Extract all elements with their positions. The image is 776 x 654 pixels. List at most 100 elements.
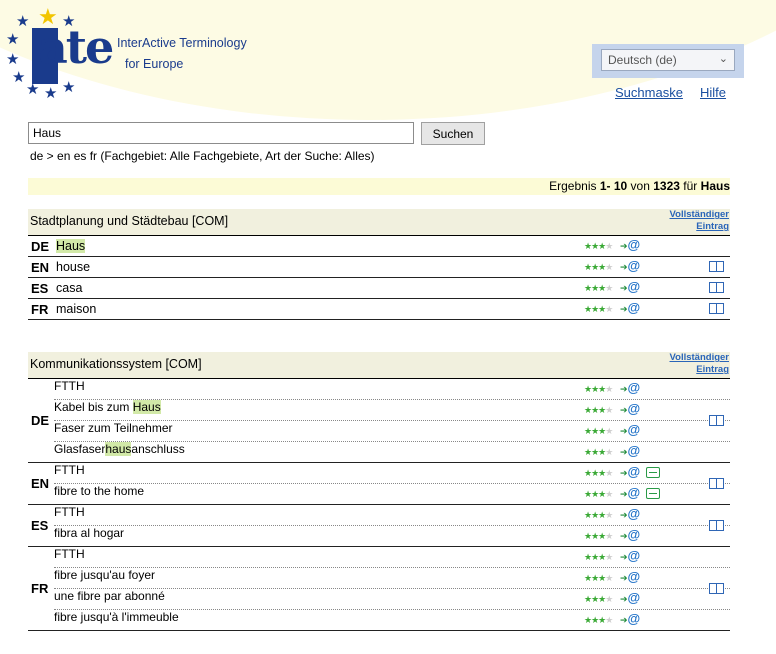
reliability-star-icon: ★ [605,384,613,394]
reliability-stars: ★★★★ [584,552,613,563]
reliability-star-icon: ★ [605,594,613,604]
book-icon[interactable] [709,478,724,489]
full-entry-link[interactable]: Vollständiger Eintrag [670,352,729,376]
feedback-mail-icon[interactable]: ➔@ [620,401,640,416]
book-icon[interactable] [709,282,724,293]
term-row: une fibre par abonné ★★★★ ➔@ [54,589,730,610]
term-text: fibre jusqu'au foyer [54,568,156,582]
feedback-mail-icon[interactable]: ➔@ [620,443,640,458]
search-button[interactable]: Suchen [421,122,485,145]
feedback-mail-icon[interactable]: ➔@ [620,506,640,521]
term-row: EN house ★★★★ ➔@ [28,257,730,278]
language-select[interactable]: Deutsch (de) ⌄ [601,49,735,71]
full-entry-link[interactable]: Vollständiger Eintrag [670,209,729,233]
iate-logo[interactable]: ★ ★ ★ ★ ★ ★ ★ ★ ★ ate [4,6,114,102]
language-code: DE [31,239,50,254]
entry-header: Stadtplanung und Städtebau [COM] Vollstä… [28,209,730,236]
feedback-mail-icon[interactable]: ➔@ [620,611,640,626]
feedback-mail-icon[interactable]: ➔@ [620,300,640,315]
link-icon[interactable] [646,488,660,499]
language-group: EN FTTH ★★★★ ➔@ fibre to the home ★★★★ ➔@ [28,463,730,505]
reliability-stars: ★★★★ [584,262,613,273]
feedback-mail-icon[interactable]: ➔@ [620,527,640,542]
reliability-stars: ★★★★ [584,510,613,521]
star-icon: ★ [16,13,30,30]
term-text: fibre to the home [54,484,145,498]
reliability-star-icon: ★ [605,426,613,436]
results-range: 1- 10 [599,179,628,193]
term-row: fibre to the home ★★★★ ➔@ [54,484,730,504]
reliability-stars: ★★★★ [584,594,613,605]
term-text: Glasfaserhausanschluss [54,442,185,456]
brand-line-1: InterActive Terminology [117,36,247,50]
reliability-stars: ★★★★ [584,489,613,500]
book-icon[interactable] [709,415,724,426]
link-icon[interactable] [646,467,660,478]
search-input[interactable] [28,122,414,144]
reliability-stars: ★★★★ [584,304,613,315]
reliability-stars: ★★★★ [584,283,613,294]
feedback-mail-icon[interactable]: ➔@ [620,279,640,294]
term-text: fibra al hogar [54,526,125,540]
results-summary: Ergebnis 1- 10 von 1323 für Haus [28,178,730,195]
reliability-stars: ★★★★ [584,426,613,437]
language-code: EN [31,476,50,491]
results-for: für [683,179,698,193]
results-term: Haus [700,179,730,193]
language-select-value: Deutsch (de) [608,53,677,67]
feedback-mail-icon[interactable]: ➔@ [620,485,640,500]
entry-1: Stadtplanung und Städtebau [COM] Vollstä… [28,209,730,320]
term-row: Glasfaserhausanschluss ★★★★ ➔@ [54,442,730,462]
search-highlight: Haus [132,400,161,414]
term-row: Faser zum Teilnehmer ★★★★ ➔@ [54,421,730,442]
query-info: de > en es fr (Fachgebiet: Alle Fachgebi… [30,149,375,163]
search-highlight: Haus [56,239,86,253]
term-row: Kabel bis zum Haus ★★★★ ➔@ [54,400,730,421]
reliability-stars: ★★★★ [584,241,613,252]
star-icon: ★ [26,81,40,98]
search-highlight: haus [105,442,132,456]
language-code: DE [31,413,50,428]
book-icon[interactable] [709,583,724,594]
reliability-star-icon: ★ [605,262,613,272]
term-text: Haus [56,239,86,253]
star-icon: ★ [62,79,76,96]
reliability-stars: ★★★★ [584,384,613,395]
term-text: fibre jusqu'à l'immeuble [54,610,179,624]
term-row: DE Haus ★★★★ ➔@ [28,236,730,257]
feedback-mail-icon[interactable]: ➔@ [620,422,640,437]
book-icon[interactable] [709,520,724,531]
book-icon[interactable] [709,303,724,314]
reliability-stars: ★★★★ [584,615,613,626]
feedback-mail-icon[interactable]: ➔@ [620,548,640,563]
term-text: house [56,260,91,274]
term-row: FTTH ★★★★ ➔@ [54,379,730,400]
term-row: fibre jusqu'au foyer ★★★★ ➔@ [54,568,730,589]
reliability-stars: ★★★★ [584,573,613,584]
language-group: DE FTTH ★★★★ ➔@ Kabel bis zum Haus ★★★★ ➔@ Fase… [28,379,730,463]
reliability-star-icon: ★ [605,405,613,415]
language-code: EN [31,260,50,275]
reliability-star-icon: ★ [605,552,613,562]
term-row: ES casa ★★★★ ➔@ [28,278,730,299]
term-text: maison [56,302,97,316]
reliability-stars: ★★★★ [584,447,613,458]
language-code: ES [31,518,49,533]
language-group: ES FTTH ★★★★ ➔@ fibra al hogar ★★★★ ➔@ [28,505,730,547]
feedback-mail-icon[interactable]: ➔@ [620,237,640,252]
feedback-mail-icon[interactable]: ➔@ [620,590,640,605]
help-link[interactable]: Hilfe [700,85,726,100]
reliability-star-icon: ★ [605,531,613,541]
reliability-star-icon: ★ [605,573,613,583]
reliability-stars: ★★★★ [584,468,613,479]
term-text: Faser zum Teilnehmer [54,421,173,435]
feedback-mail-icon[interactable]: ➔@ [620,380,640,395]
results-total: 1323 [653,179,680,193]
feedback-mail-icon[interactable]: ➔@ [620,569,640,584]
feedback-mail-icon[interactable]: ➔@ [620,258,640,273]
search-mask-link[interactable]: Suchmaske [615,85,683,100]
term-text: une fibre par abonné [54,589,165,603]
star-icon: ★ [12,69,26,86]
feedback-mail-icon[interactable]: ➔@ [620,464,640,479]
book-icon[interactable] [709,261,724,272]
